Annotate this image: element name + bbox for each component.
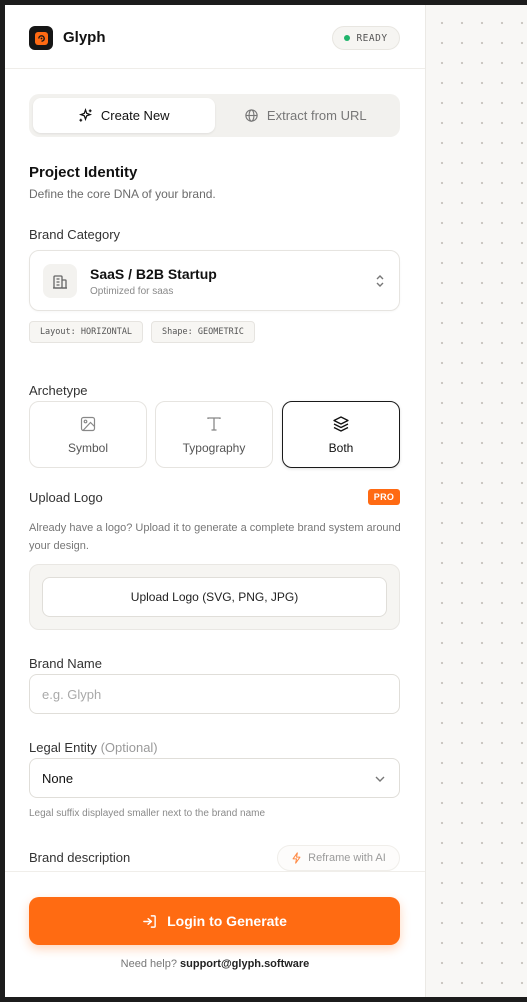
lightning-icon bbox=[292, 852, 301, 864]
legal-entity-hint: Legal suffix displayed smaller next to t… bbox=[29, 808, 266, 819]
tab-create-new[interactable]: Create New bbox=[33, 98, 215, 133]
archetype-symbol[interactable]: Symbol bbox=[29, 401, 147, 468]
layout-tag: Layout: HORIZONTAL bbox=[29, 321, 143, 343]
brand-description-label: Brand description bbox=[29, 850, 131, 865]
upload-dropzone: Upload Logo (SVG, PNG, JPG) bbox=[29, 564, 400, 630]
mode-tabs: Create New Extract from URL bbox=[29, 94, 400, 137]
archetype-typography[interactable]: Typography bbox=[155, 401, 273, 468]
panel-footer: Login to Generate Need help? support@gly… bbox=[5, 871, 425, 997]
legal-entity-value: None bbox=[42, 771, 74, 786]
status-dot-icon bbox=[344, 35, 351, 41]
help-text: Need help? support@glyph.software bbox=[5, 958, 425, 970]
brand-category-value: SaaS / B2B Startup bbox=[90, 266, 217, 282]
tab-extract-url-label: Extract from URL bbox=[266, 108, 367, 123]
brand-category-subtitle: Optimized for saas bbox=[90, 286, 174, 297]
building-icon bbox=[43, 264, 77, 298]
canvas-dot-grid bbox=[425, 5, 527, 997]
shape-tag: Shape: GEOMETRIC bbox=[151, 321, 255, 343]
status-label: READY bbox=[356, 32, 388, 44]
optional-label: (Optional) bbox=[100, 740, 158, 755]
login-to-generate-button[interactable]: Login to Generate bbox=[29, 897, 400, 945]
reframe-ai-label: Reframe with AI bbox=[308, 852, 386, 864]
legal-entity-select[interactable]: None bbox=[29, 758, 400, 798]
sparkles-icon bbox=[78, 108, 92, 122]
section-title: Project Identity bbox=[29, 164, 138, 181]
brand-category-select[interactable]: SaaS / B2B Startup Optimized for saas bbox=[29, 250, 400, 311]
layers-icon bbox=[333, 415, 349, 432]
upload-description: Already have a logo? Upload it to genera… bbox=[29, 522, 401, 552]
sidebar-panel: Glyph READY Create New Extract from URL … bbox=[5, 5, 425, 997]
help-prefix: Need help? bbox=[120, 958, 177, 970]
archetype-label: Archetype bbox=[29, 383, 88, 398]
globe-icon bbox=[245, 109, 258, 122]
chevron-down-icon bbox=[375, 776, 385, 782]
tab-extract-url[interactable]: Extract from URL bbox=[215, 98, 397, 133]
status-badge: READY bbox=[332, 26, 400, 50]
tab-create-new-label: Create New bbox=[100, 108, 170, 123]
section-subtitle: Define the core DNA of your brand. bbox=[29, 187, 216, 201]
chevron-up-down-icon bbox=[376, 275, 384, 287]
panel-header: Glyph READY bbox=[5, 5, 425, 69]
login-icon bbox=[143, 914, 156, 928]
upload-logo-label: Upload Logo bbox=[29, 490, 103, 505]
pro-badge: PRO bbox=[368, 489, 400, 505]
archetype-both-label: Both bbox=[328, 440, 354, 455]
support-email-link[interactable]: support@glyph.software bbox=[180, 958, 309, 970]
login-to-generate-label: Login to Generate bbox=[167, 913, 287, 929]
brand-name-label: Brand Name bbox=[29, 656, 102, 671]
app-window: Glyph READY Create New Extract from URL … bbox=[5, 5, 527, 997]
upload-logo-button[interactable]: Upload Logo (SVG, PNG, JPG) bbox=[42, 577, 387, 617]
brand-category-label: Brand Category bbox=[29, 227, 121, 242]
app-title: Glyph bbox=[63, 29, 106, 46]
legal-entity-label: Legal Entity (Optional) bbox=[29, 740, 158, 755]
archetype-symbol-label: Symbol bbox=[67, 440, 108, 455]
image-icon bbox=[80, 416, 96, 431]
archetype-both[interactable]: Both bbox=[282, 401, 400, 468]
brand-name-input[interactable] bbox=[29, 674, 400, 714]
reframe-ai-button[interactable]: Reframe with AI bbox=[277, 845, 400, 871]
app-logo-icon bbox=[29, 26, 53, 50]
type-icon bbox=[207, 416, 221, 431]
legal-entity-label-text: Legal Entity bbox=[29, 740, 97, 755]
archetype-typography-label: Typography bbox=[182, 440, 246, 455]
